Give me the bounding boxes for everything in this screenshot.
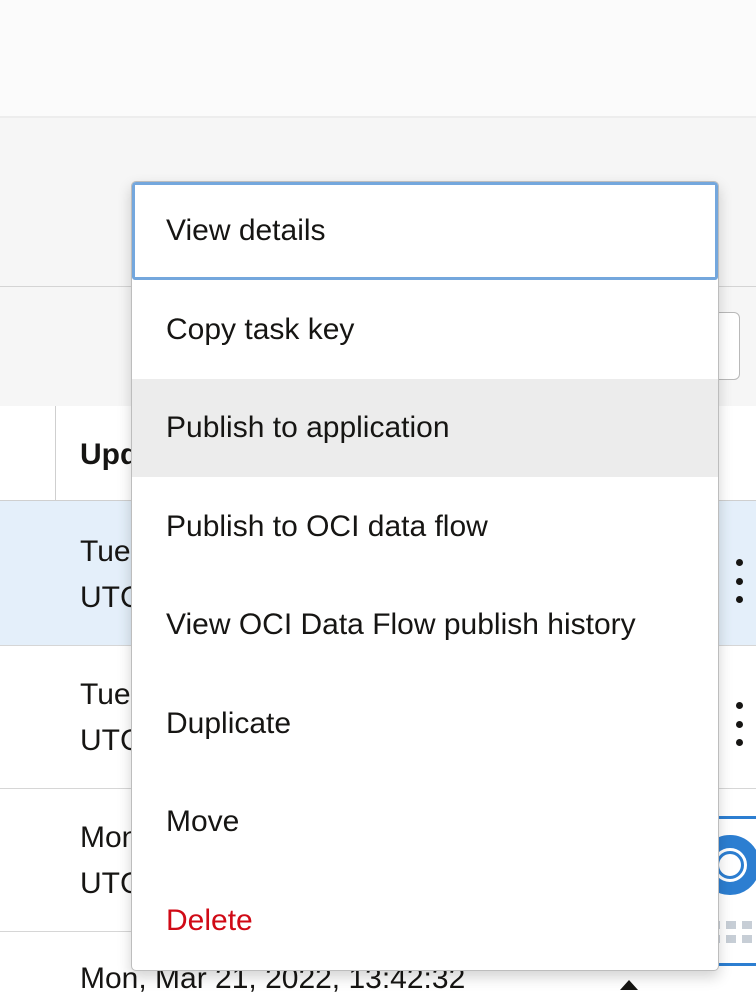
menu-item-delete[interactable]: Delete <box>132 872 718 970</box>
row-actions-kebab-icon[interactable] <box>724 702 754 746</box>
menu-item-move[interactable]: Move <box>132 773 718 871</box>
lifebuoy-center-icon <box>716 851 744 879</box>
menu-item-publish-to-oci-data-flow[interactable]: Publish to OCI data flow <box>132 478 718 576</box>
sort-caret-up-icon[interactable] <box>620 980 638 990</box>
column-divider <box>55 406 56 500</box>
menu-item-copy-task-key[interactable]: Copy task key <box>132 281 718 379</box>
menu-item-publish-to-application[interactable]: Publish to application <box>132 379 718 477</box>
row-updated-line1: Tue <box>80 678 131 711</box>
page: Upd Tue UTC Tue UTC Mon UTC Mon, Mar 21,… <box>0 0 756 992</box>
row-actions-menu: View details Copy task key Publish to ap… <box>131 181 719 971</box>
header-strip <box>0 0 756 118</box>
row-updated-line1: Tue <box>80 535 131 568</box>
menu-item-view-details[interactable]: View details <box>132 182 718 280</box>
column-header-updated[interactable]: Upd <box>80 438 138 472</box>
row-updated-line1: Mon <box>80 821 139 854</box>
row-actions-kebab-icon[interactable] <box>724 559 754 603</box>
menu-item-view-publish-history[interactable]: View OCI Data Flow publish history <box>132 576 718 674</box>
menu-item-duplicate[interactable]: Duplicate <box>132 675 718 773</box>
